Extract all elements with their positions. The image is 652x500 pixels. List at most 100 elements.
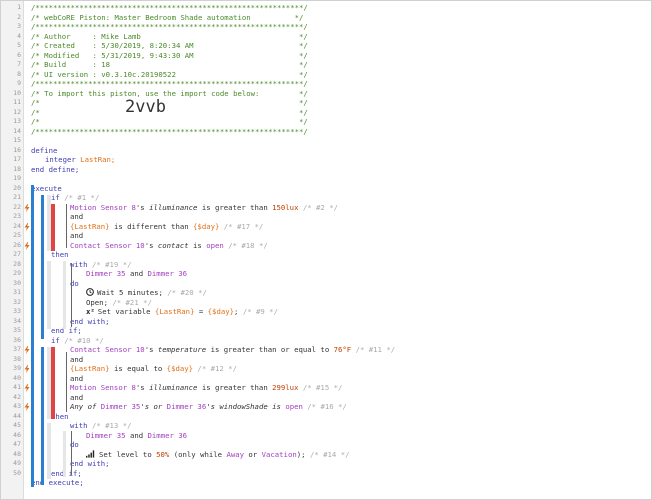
code-text: Any of Dimmer 35's or Dimmer 36's window… — [70, 402, 347, 412]
code-line[interactable]: 38 and — [1, 355, 651, 365]
code-line[interactable]: 36 if /* #10 */ — [1, 336, 651, 346]
lastran-variable[interactable]: {LastRan} — [70, 364, 110, 373]
code-line[interactable]: 13 /* */ — [1, 117, 651, 127]
day-variable[interactable]: {$day} — [167, 364, 193, 373]
code-line[interactable]: 32 Open; /* #21 */ — [1, 298, 651, 308]
integer-type: integer — [45, 155, 76, 164]
code-line[interactable]: 6 /* Modified : 5/31/2019, 9:43:30 AM */ — [1, 51, 651, 61]
code-line[interactable]: 18 end define; — [1, 165, 651, 175]
code-line[interactable]: 49 end with; — [1, 459, 651, 469]
code-line[interactable]: 45 with /* #13 */ — [1, 421, 651, 431]
code-line[interactable]: 46 Dimmer 35 and Dimmer 36 — [1, 431, 651, 441]
code-line[interactable]: 24 {LastRan} is different than {$day} /* … — [1, 222, 651, 232]
dimmer-36-device[interactable]: Dimmer 36 — [167, 402, 207, 411]
code-line[interactable]: 17 integer LastRan; — [1, 155, 651, 165]
dimmer-35-device[interactable]: Dimmer 35 — [86, 431, 126, 440]
temperature-value[interactable]: 76°F — [334, 345, 352, 354]
open-command[interactable]: Open; — [86, 298, 108, 307]
dimmer-36-device[interactable]: Dimmer 36 — [148, 269, 188, 278]
code-line[interactable]: 35 end if; — [1, 326, 651, 336]
comment-border: /***************************************… — [31, 3, 308, 12]
code-line[interactable]: 39 {LastRan} is equal to {$day} /* #12 */ — [1, 364, 651, 374]
code-line[interactable]: 3 /**************************************… — [1, 22, 651, 32]
code-line[interactable]: 12 /* */ — [1, 108, 651, 118]
clock-icon — [86, 288, 94, 296]
code-line[interactable]: 40 and — [1, 374, 651, 384]
lastran-variable-declaration[interactable]: LastRan; — [80, 155, 115, 164]
code-line[interactable]: 42 and — [1, 393, 651, 403]
line-number: 43 — [13, 402, 21, 410]
lux-value[interactable]: 150lux — [272, 203, 298, 212]
open-value[interactable]: open — [285, 402, 303, 411]
statement-id-comment: /* #1 */ — [64, 193, 100, 202]
execute-block-bar — [31, 185, 34, 487]
code-line[interactable]: 31 Wait 5 minutes; /* #20 */ — [1, 288, 651, 298]
line-number: 6 — [17, 50, 21, 59]
code-line[interactable]: 33 x² Set variable {LastRan} = {$day}; /* … — [1, 307, 651, 317]
dimmer-36-device[interactable]: Dimmer 36 — [148, 431, 188, 440]
lux-value[interactable]: 299lux — [272, 383, 298, 392]
code-line[interactable]: 50 end if; — [1, 469, 651, 479]
code-line[interactable]: 47 do — [1, 440, 651, 450]
code-line[interactable]: 15 — [1, 136, 651, 146]
code-line[interactable]: 20 execute — [1, 184, 651, 194]
code-line[interactable]: 5 /* Created : 5/30/2019, 8:20:34 AM */ — [1, 41, 651, 51]
code-text: Dimmer 35 and Dimmer 36 — [86, 269, 187, 279]
lightning-trigger-icon — [24, 241, 30, 250]
task-id-comment: /* #9 */ — [238, 307, 278, 316]
condition-id-comment: /* #18 */ — [223, 240, 268, 250]
code-line[interactable]: 23 and — [1, 212, 651, 222]
open-value[interactable]: open — [206, 241, 224, 250]
code-line[interactable]: 26 Contact Sensor 10's contact is open /*… — [1, 241, 651, 251]
code-line[interactable]: 27 then — [1, 250, 651, 260]
code-line[interactable]: 21 if /* #1 */ — [1, 193, 651, 203]
code-line[interactable]: 1 /**************************************… — [1, 3, 651, 13]
set-level-command[interactable]: Set level to — [99, 450, 156, 459]
code-line[interactable]: 44 then — [1, 412, 651, 422]
code-line[interactable]: 28 with /* #19 */ — [1, 260, 651, 270]
level-value[interactable]: 50% — [156, 450, 169, 459]
then-keyword: then — [51, 250, 69, 259]
contact-sensor-device[interactable]: Contact Sensor 10 — [70, 241, 145, 250]
code-line[interactable]: 16 define — [1, 146, 651, 156]
code-line[interactable]: 8 /* UI version : v0.3.10c.20190522 */ — [1, 70, 651, 80]
code-token: or — [244, 449, 262, 459]
line-number: 49 — [13, 459, 21, 467]
code-text: if /* #1 */ — [51, 193, 99, 203]
code-line[interactable]: 19 — [1, 174, 651, 184]
comment-blank: /* */ — [31, 98, 308, 107]
contact-sensor-device[interactable]: Contact Sensor 10 — [70, 345, 145, 354]
code-line[interactable]: 9 /**************************************… — [1, 79, 651, 89]
code-line[interactable]: 25 and — [1, 231, 651, 241]
code-token: 's or — [140, 402, 167, 411]
dimmer-35-device[interactable]: Dimmer 35 — [101, 402, 141, 411]
motion-sensor-device[interactable]: Motion Sensor 8 — [70, 383, 136, 392]
code-line[interactable]: 2 /* webCoRE Piston: Master Bedroom Shade… — [1, 13, 651, 23]
code-line[interactable]: 22 Motion Sensor 8's illuminance is great… — [1, 203, 651, 213]
motion-sensor-device[interactable]: Motion Sensor 8 — [70, 203, 136, 212]
set-variable-command[interactable]: Set variable — [98, 307, 155, 316]
code-line[interactable]: 43 Any of Dimmer 35's or Dimmer 36's wind… — [1, 402, 651, 412]
code-line[interactable]: 11 /* */ — [1, 98, 651, 108]
code-line[interactable]: 41 Motion Sensor 8's illuminance is great… — [1, 383, 651, 393]
code-line[interactable]: 30 do — [1, 279, 651, 289]
day-variable[interactable]: {$day} — [208, 307, 234, 316]
code-line[interactable]: 34 end with; — [1, 317, 651, 327]
wait-command[interactable]: Wait — [97, 288, 119, 297]
and-operator: and — [70, 392, 84, 402]
lastran-variable[interactable]: {LastRan} — [70, 222, 110, 231]
code-line[interactable]: 14 /*************************************… — [1, 127, 651, 137]
code-line[interactable]: 10 /* To import this piston, use the impo… — [1, 89, 651, 99]
day-variable[interactable]: {$day} — [193, 222, 219, 231]
code-line[interactable]: 7 /* Build : 18 */ — [1, 60, 651, 70]
code-line[interactable]: 48 Set level to 50% (only while Away or V… — [1, 450, 651, 460]
code-line[interactable]: 4 /* Author : Mike Lamb */ — [1, 32, 651, 42]
dimmer-35-device[interactable]: Dimmer 35 — [86, 269, 126, 278]
line-number: 45 — [13, 421, 21, 429]
code-line[interactable]: end execute; — [1, 478, 651, 488]
code-line[interactable]: 37 Contact Sensor 10's temperature is gre… — [1, 345, 651, 355]
lastran-variable[interactable]: {LastRan} — [155, 307, 195, 316]
line-number: 17 — [13, 155, 21, 163]
line-number: 19 — [13, 174, 21, 182]
code-line[interactable]: 29 Dimmer 35 and Dimmer 36 — [1, 269, 651, 279]
